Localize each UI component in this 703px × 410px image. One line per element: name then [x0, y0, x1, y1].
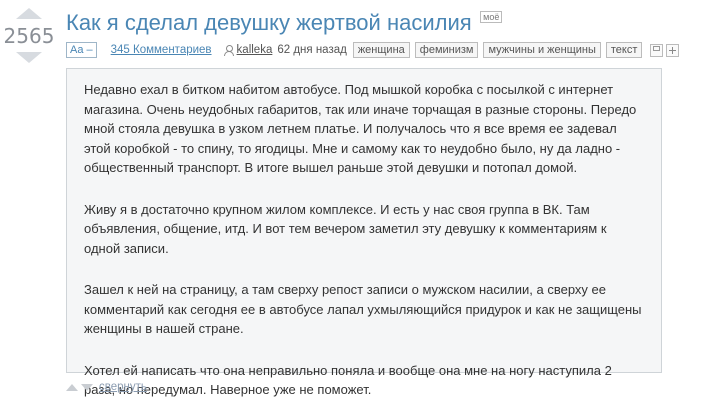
upvote-arrow-icon[interactable]: [16, 8, 42, 19]
post-paragraph: Живу я в достаточно крупном жилом компле…: [84, 201, 607, 256]
post-time: 62 дня назад: [277, 44, 347, 56]
downvote-arrow-icon[interactable]: [16, 52, 42, 63]
post-rating: 2565: [3, 24, 55, 48]
post-footer: свернуть: [66, 381, 147, 393]
add-icon[interactable]: [666, 43, 680, 57]
post-paragraph: Хотел ей написать что она неправильно по…: [84, 362, 612, 398]
tag-item[interactable]: женщина: [352, 42, 410, 58]
collapse-link[interactable]: свернуть: [99, 381, 147, 393]
small-upvote-icon[interactable]: [66, 383, 78, 391]
post-paragraph: Недавно ехал в битком набитом автобусе. …: [84, 82, 637, 175]
small-downvote-icon[interactable]: [81, 383, 93, 391]
text-size-button[interactable]: Aa –: [66, 42, 97, 58]
tag-item[interactable]: феминизм: [414, 42, 479, 58]
moe-tag[interactable]: моё: [480, 11, 503, 23]
user-icon: [223, 44, 234, 56]
save-icon[interactable]: [650, 43, 664, 57]
post-content: Недавно ехал в битком набитом автобусе. …: [66, 68, 662, 397]
tag-item[interactable]: текст: [605, 42, 643, 58]
vote-column: 2565: [0, 8, 58, 63]
post-header: Как я сделал девушку жертвой насилия моё: [66, 10, 503, 36]
post-meta: Aa – 345 Комментариев kalleka 62 дня наз…: [66, 42, 680, 58]
post-paragraph: Зашел к ней на страницу, а там сверху ре…: [84, 282, 642, 336]
author-link[interactable]: kalleka: [237, 44, 273, 56]
comments-link[interactable]: 345 Комментариев: [111, 44, 212, 56]
post-title[interactable]: Как я сделал девушку жертвой насилия: [66, 10, 472, 35]
tag-item[interactable]: мужчины и женщины: [483, 42, 601, 58]
